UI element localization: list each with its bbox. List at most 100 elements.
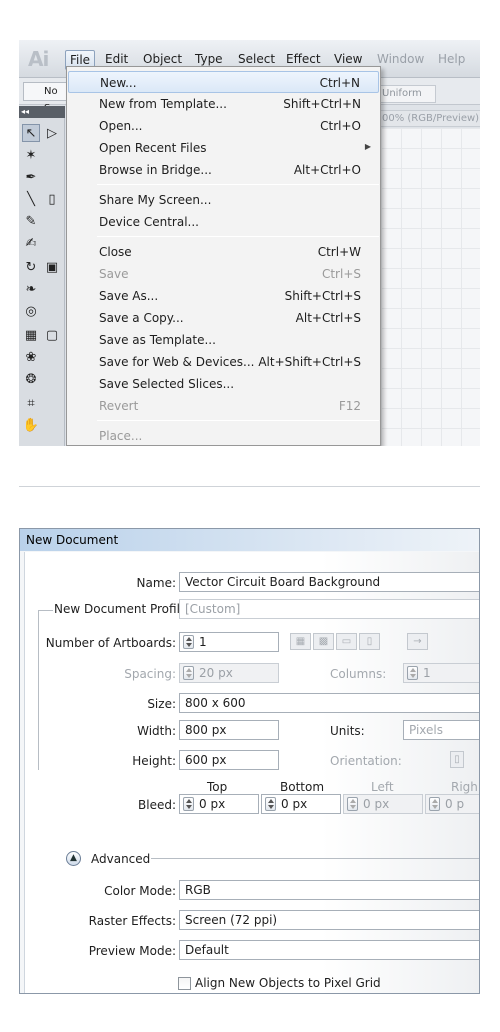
symbol-sprayer-tool-icon[interactable]: ❂	[22, 370, 40, 388]
document-tab[interactable]: 00% (RGB/Preview)	[378, 110, 480, 127]
uniform-dropdown[interactable]: Uniform	[378, 85, 436, 103]
menu-item-save-a-copy[interactable]: Save a Copy... Alt+Ctrl+S	[68, 307, 379, 329]
menu-type[interactable]: Type	[195, 52, 223, 66]
stepper-arrows-icon[interactable]	[183, 797, 194, 811]
raster-effects-dropdown[interactable]: Screen (72 ppi)	[179, 910, 479, 930]
advanced-toggle-icon[interactable]: ▲	[66, 851, 81, 866]
artboard-canvas[interactable]	[381, 128, 480, 446]
menu-item-save-selected-slices[interactable]: Save Selected Slices...	[68, 373, 379, 395]
arrange-by-column-icon[interactable]: ▯	[359, 633, 380, 650]
menu-item-place[interactable]: Place...	[68, 425, 379, 446]
menu-window[interactable]: Window	[377, 52, 424, 66]
size-label: Size:	[147, 697, 176, 711]
menu-item-label: Save for Web & Devices...	[99, 355, 255, 369]
preview-mode-label: Preview Mode:	[88, 944, 176, 958]
menu-item-open-recent[interactable]: Open Recent Files ▶	[68, 137, 379, 159]
submenu-arrow-icon: ▶	[364, 142, 371, 151]
menu-item-revert[interactable]: Revert F12	[68, 395, 379, 417]
line-tool-icon[interactable]: ╲	[22, 190, 40, 208]
menu-item-shortcut: Shift+Ctrl+N	[283, 97, 361, 111]
color-mode-dropdown[interactable]: RGB	[179, 880, 479, 900]
menu-item-open[interactable]: Open... Ctrl+O	[68, 115, 379, 137]
menu-item-share-my-screen[interactable]: Share My Screen...	[68, 189, 379, 211]
menu-item-shortcut: Alt+Ctrl+O	[293, 163, 361, 177]
name-field[interactable]: Vector Circuit Board Background	[179, 572, 479, 592]
bleed-top-stepper[interactable]: 0 px	[179, 794, 259, 814]
menu-item-save[interactable]: Save Ctrl+S	[68, 263, 379, 285]
magic-wand-tool-icon[interactable]: ✶	[22, 146, 40, 164]
bleed-left-header: Left	[371, 780, 394, 794]
stepper-arrows-icon[interactable]	[265, 797, 276, 811]
tools-panel-header[interactable]: ◂◂	[19, 106, 65, 118]
width-tool-icon[interactable]: ❧	[22, 280, 40, 298]
shape-builder-tool-icon[interactable]: ◎	[22, 302, 40, 320]
menu-help[interactable]: Help	[438, 52, 465, 66]
bleed-right-stepper[interactable]: 0 p	[425, 794, 479, 814]
menu-item-close[interactable]: Close Ctrl+W	[68, 241, 379, 263]
menu-item-label: Device Central...	[99, 215, 199, 229]
advanced-label: Advanced	[91, 852, 151, 866]
align-pixel-grid-label[interactable]: Align New Objects to Pixel Grid	[195, 976, 381, 990]
units-label: Units:	[330, 724, 365, 738]
menu-separator	[97, 420, 379, 421]
menu-effect[interactable]: Effect	[286, 52, 321, 66]
menu-select[interactable]: Select	[238, 52, 275, 66]
menu-item-shortcut: Ctrl+O	[320, 119, 361, 133]
pen-tool-icon[interactable]: ✒	[22, 168, 40, 186]
paintbrush-tool-icon[interactable]: ✎	[22, 212, 40, 230]
rectangle-tool-icon[interactable]: ▯	[43, 190, 61, 208]
rotate-tool-icon[interactable]: ↻	[22, 258, 40, 276]
stepper-arrows-icon[interactable]	[347, 797, 358, 811]
stepper-arrows-icon[interactable]	[407, 666, 418, 680]
tools-panel: ◂◂ ↖ ✶ ✒ ╲ ✎ ✍ ↻ ❧ ◎ ▦ ❀ ❂ ⌗ ✋ ▷ ▯ ▣ ▢	[19, 106, 65, 446]
menu-item-label: New...	[100, 76, 137, 90]
grid-by-row-icon[interactable]: ▦	[290, 633, 311, 650]
stepper-arrows-icon[interactable]	[183, 635, 194, 649]
size-dropdown[interactable]: 800 x 600	[179, 693, 479, 713]
menu-item-shortcut: Shift+Ctrl+S	[284, 289, 361, 303]
preview-mode-dropdown[interactable]: Default	[179, 940, 479, 960]
stepper-arrows-icon[interactable]	[183, 666, 194, 680]
direct-selection-tool-icon[interactable]: ▷	[43, 124, 61, 142]
align-pixel-grid-checkbox[interactable]	[178, 977, 191, 990]
grid-by-column-icon[interactable]: ▩	[313, 633, 334, 650]
profile-dropdown[interactable]: [Custom]	[179, 599, 479, 619]
advanced-group-line	[151, 858, 479, 859]
columns-stepper[interactable]: 1	[403, 663, 479, 683]
menu-item-new-from-template[interactable]: New from Template... Shift+Ctrl+N	[68, 93, 379, 115]
blob-brush-tool-icon[interactable]: ✍	[22, 234, 40, 252]
width-field[interactable]: 800 px	[179, 720, 279, 740]
scale-tool-icon[interactable]: ▣	[43, 258, 61, 276]
menu-item-browse-in-bridge[interactable]: Browse in Bridge... Alt+Ctrl+O	[68, 159, 379, 181]
selection-tool-icon[interactable]: ↖	[22, 124, 40, 142]
menu-item-label: New from Template...	[99, 97, 227, 111]
menu-item-save-for-web[interactable]: Save for Web & Devices... Alt+Shift+Ctrl…	[68, 351, 379, 373]
spacing-stepper[interactable]: 20 px	[179, 663, 279, 683]
menu-item-label: Save	[99, 267, 129, 281]
arrange-by-row-icon[interactable]: ▭	[336, 633, 357, 650]
hand-tool-icon[interactable]: ✋	[22, 416, 40, 434]
menu-item-label: Revert	[99, 399, 139, 413]
portrait-orientation-icon[interactable]: ▯	[450, 751, 464, 768]
artboards-stepper[interactable]: 1	[179, 632, 279, 652]
spacing-value: 20 px	[199, 666, 233, 680]
menu-edit[interactable]: Edit	[105, 52, 128, 66]
change-to-rtl-icon[interactable]: →	[407, 633, 428, 650]
profile-group-line	[38, 610, 53, 611]
bleed-bottom-stepper[interactable]: 0 px	[261, 794, 341, 814]
menu-view[interactable]: View	[334, 52, 362, 66]
menu-item-save-as-template[interactable]: Save as Template...	[68, 329, 379, 351]
menu-object[interactable]: Object	[143, 52, 182, 66]
units-dropdown[interactable]: Pixels	[403, 720, 479, 740]
height-field[interactable]: 600 px	[179, 750, 279, 770]
stepper-arrows-icon[interactable]	[429, 797, 440, 811]
mesh-tool-icon[interactable]: ▢	[43, 326, 61, 344]
menu-item-device-central[interactable]: Device Central...	[68, 211, 379, 233]
menu-item-save-as[interactable]: Save As... Shift+Ctrl+S	[68, 285, 379, 307]
graph-tool-icon[interactable]: ▦	[22, 326, 40, 344]
eyedropper-tool-icon[interactable]: ❀	[22, 348, 40, 366]
artboard-tool-icon[interactable]: ⌗	[22, 394, 40, 412]
menu-item-label: Save Selected Slices...	[99, 377, 235, 391]
menu-item-new[interactable]: New... Ctrl+N	[68, 71, 379, 93]
bleed-left-stepper[interactable]: 0 px	[343, 794, 423, 814]
